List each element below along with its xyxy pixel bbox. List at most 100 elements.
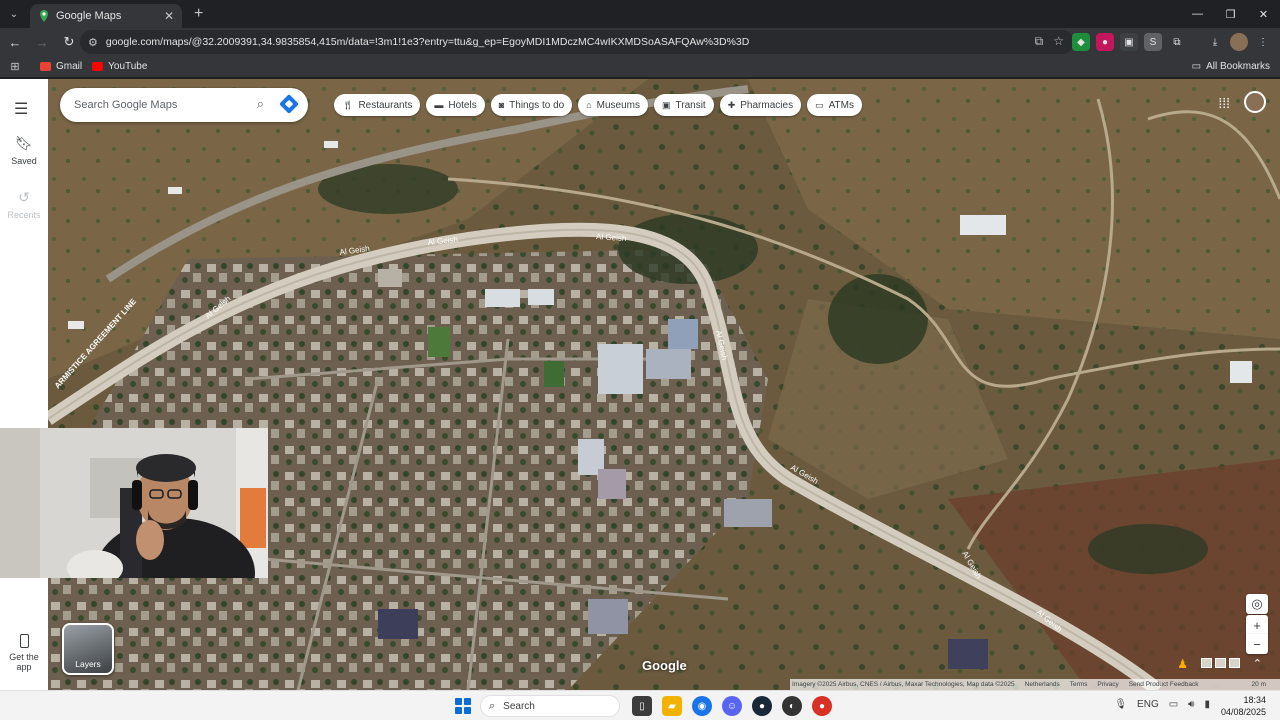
start-tile (464, 707, 471, 714)
window-controls: — ❐ ✕ (1181, 0, 1280, 28)
steam-icon[interactable]: ● (752, 696, 772, 716)
search-input[interactable] (74, 99, 244, 111)
apps-grid-icon[interactable]: ⊞ (0, 60, 30, 73)
all-bookmarks[interactable]: ▭ All Bookmarks (1192, 61, 1270, 72)
address-bar[interactable]: ⚙ google.com/maps/@32.2009391,34.9835854… (80, 30, 1074, 54)
scale-bar[interactable]: 20 m (1252, 681, 1266, 688)
terms-link[interactable]: Terms (1070, 681, 1088, 688)
satellite-map[interactable]: Al Geish Al Geish Al Geish Al Geish Al G… (48, 79, 1280, 690)
close-window-icon[interactable]: ✕ (1247, 0, 1280, 28)
chrome-icon[interactable]: ◉ (692, 696, 712, 716)
sidebar-item-label: Saved (11, 156, 37, 166)
museum-icon: ⌂ (586, 100, 592, 110)
imagery-credit: Imagery ©2025 Airbus, CNES / Airbus, Max… (792, 681, 1015, 688)
zoom-out-icon[interactable]: − (1246, 634, 1268, 654)
discord-icon[interactable]: ☺ (722, 696, 742, 716)
site-info-icon[interactable]: ⚙ (88, 36, 98, 49)
layers-button[interactable]: Layers (62, 623, 114, 675)
microphone-icon[interactable]: 🎙︎ (1114, 699, 1127, 710)
chip-transit[interactable]: ▣ Transit (654, 94, 714, 116)
browser-tab-bar: ⌄ Google Maps ✕ + — ❐ ✕ (0, 0, 1280, 28)
windows-start-icon[interactable] (455, 698, 471, 714)
tab-title: Google Maps (56, 10, 122, 22)
tab-google-maps[interactable]: Google Maps ✕ (30, 4, 182, 28)
chip-label: Museums (596, 99, 640, 111)
tab-search-chevron-icon[interactable]: ⌄ (0, 0, 28, 28)
task-view-icon[interactable]: ▯ (632, 696, 652, 716)
file-explorer-icon[interactable]: ▰ (662, 696, 682, 716)
map-thumbnail[interactable] (1201, 658, 1212, 668)
directions-icon[interactable] (279, 94, 299, 114)
extension-box-icon[interactable]: ▣ (1120, 33, 1138, 51)
restore-icon[interactable]: ❐ (1214, 0, 1247, 28)
chip-restaurants[interactable]: 🍴︎ Restaurants (334, 94, 421, 116)
back-arrow-icon[interactable]: ← (3, 30, 27, 54)
chip-label: ATMs (828, 99, 854, 111)
streamer-video (0, 428, 268, 578)
extensions-puzzle-icon[interactable]: ⧉ (1168, 33, 1186, 51)
extension-s-icon[interactable]: S (1144, 33, 1162, 51)
recording-app-icon[interactable]: ● (812, 696, 832, 716)
chip-museums[interactable]: ⌂ Museums (578, 94, 648, 116)
hamburger-menu-icon[interactable]: ☰ (14, 99, 28, 119)
chip-things-to-do[interactable]: ◙ Things to do (490, 94, 573, 116)
reload-icon[interactable]: ↻ (57, 30, 81, 54)
start-tile (464, 698, 471, 705)
my-location-icon[interactable]: ◎ (1246, 594, 1268, 614)
network-icon[interactable]: ▭ (1169, 699, 1178, 710)
forward-arrow-icon[interactable]: → (30, 30, 54, 54)
sidebar-item-recents[interactable]: ↺ Recents (0, 189, 48, 220)
map-thumbnail[interactable] (1215, 658, 1226, 668)
pegman-icon[interactable]: ♟ (1177, 657, 1188, 671)
extension-shield-icon[interactable]: ◆ (1072, 33, 1090, 51)
chip-label: Pharmacies (740, 99, 794, 111)
minimize-icon[interactable]: — (1181, 0, 1214, 28)
tab-close-icon[interactable]: ✕ (164, 9, 174, 23)
map-thumbnail[interactable] (1229, 658, 1240, 668)
expand-chevron-icon[interactable]: ⌃ (1253, 657, 1262, 670)
feedback-link[interactable]: Send Product Feedback (1129, 681, 1199, 688)
privacy-link[interactable]: Privacy (1097, 681, 1118, 688)
taskbar-search[interactable]: ⌕ Search (480, 695, 620, 717)
download-icon[interactable]: ⤓ (1206, 33, 1224, 51)
battery-icon[interactable]: ▮ (1204, 699, 1210, 710)
extension-pin-icon[interactable]: ● (1096, 33, 1114, 51)
google-apps-icon[interactable]: ⁞⁞⁞ (1218, 95, 1230, 111)
chrome-menu-icon[interactable]: ⋮ (1254, 33, 1272, 51)
get-app-label: Get the (9, 652, 39, 662)
get-app-label: app (16, 662, 32, 672)
atm-icon: ▭ (815, 99, 824, 110)
clock-time: 18:34 (1243, 695, 1266, 705)
bookmark-star-icon[interactable]: ☆ (1053, 34, 1064, 49)
account-avatar[interactable] (1244, 91, 1266, 113)
phone-icon (19, 634, 29, 648)
search-icon[interactable]: ⌕ (257, 96, 264, 112)
install-app-icon[interactable]: ⧉ (1035, 34, 1044, 49)
maps-search-box[interactable]: ⌕ (60, 88, 308, 122)
chip-label: Restaurants (358, 99, 413, 111)
new-tab-plus-icon[interactable]: + (194, 5, 203, 23)
app-icon[interactable]: ◐ (782, 696, 802, 716)
chip-atms[interactable]: ▭ ATMs (807, 94, 862, 116)
sidebar-item-saved[interactable]: 🔖︎ Saved (0, 135, 48, 166)
chip-pharmacies[interactable]: ✚ Pharmacies (719, 94, 802, 116)
system-tray: 🎙︎ ENG ▭ 🔊︎ ▮ (1114, 699, 1210, 710)
maps-sidebar: ☰ 🔖︎ Saved ↺ Recents (0, 79, 48, 690)
bookmarks-bar: ⊞ Gmail YouTube ▭ All Bookmarks (0, 56, 1280, 78)
system-clock[interactable]: 18:34 04/08/2025 (1221, 694, 1266, 718)
fork-knife-icon: 🍴︎ (342, 99, 354, 110)
language-indicator[interactable]: ENG (1137, 699, 1159, 710)
profile-avatar-icon[interactable] (1230, 33, 1248, 51)
country-link[interactable]: Netherlands (1025, 681, 1060, 688)
volume-icon[interactable]: 🔊︎ (1188, 699, 1194, 710)
get-the-app-button[interactable]: Get the app (0, 634, 48, 672)
bookmark-youtube[interactable]: YouTube (92, 61, 147, 72)
map-type-thumbnails[interactable] (1201, 658, 1240, 668)
layers-label: Layers (75, 659, 101, 669)
chip-hotels[interactable]: ▬ Hotels (426, 94, 485, 116)
start-tile (455, 698, 462, 705)
bookmark-gmail[interactable]: Gmail (40, 61, 82, 72)
satellite-imagery: Al Geish Al Geish Al Geish Al Geish Al G… (48, 79, 1280, 690)
zoom-in-icon[interactable]: + (1246, 615, 1268, 635)
browser-toolbar: ← → ↻ ⚙ google.com/maps/@32.2009391,34.9… (0, 28, 1280, 56)
